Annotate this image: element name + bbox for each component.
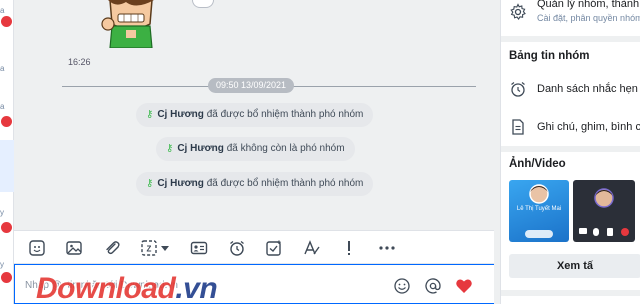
unread-badge [1,16,12,27]
message-input[interactable] [25,275,365,295]
notes-row[interactable]: Ghi chú, ghim, bình c [501,116,640,140]
media-title: Ảnh/Video [509,158,566,170]
media-thumbnail[interactable] [573,180,635,242]
gear-icon [509,3,527,21]
group-board-title: Bảng tin nhóm [509,50,590,62]
notice-user[interactable]: Cj Hương [157,109,204,120]
unread-badge [1,116,12,127]
sticker-icon[interactable] [28,239,46,257]
thumb-name: Lê Thị Tuyết Mai [516,206,562,212]
reminders-label: Danh sách nhắc hẹn [537,83,638,95]
conv-time: a [0,6,5,15]
manage-group-title: Quản lý nhóm, thành [537,0,640,10]
note-icon [509,118,527,136]
more-icon[interactable] [378,239,396,257]
conv-time: a [0,102,5,111]
screenshot-icon[interactable]: Z [140,239,158,257]
notes-label: Ghi chú, ghim, bình c [537,121,640,133]
unread-badge [1,272,12,283]
heart-icon[interactable] [455,277,473,295]
sticker-image [96,0,166,49]
system-notice: ⚷ Cj Hương đã được bổ nhiệm thành phó nhó… [136,172,374,196]
task-check-icon[interactable] [265,239,283,257]
conv-time: a [0,64,5,73]
emoji-icon[interactable] [393,277,411,295]
selected-conversation[interactable] [0,140,14,192]
chat-messages[interactable]: 16:26 09:50 13/09/2021 ⚷ Cj Hương đã được… [14,0,494,230]
text-format-icon[interactable] [303,239,321,257]
see-all-media-button[interactable]: Xem tấ [509,254,640,278]
composer-toolbar: Z [14,230,494,264]
notice-text: đã được bổ nhiệm thành phó nhóm [206,109,364,120]
reaction-button[interactable] [192,0,214,8]
notice-user[interactable]: Cj Hương [177,143,224,154]
mention-icon[interactable] [424,277,442,295]
conversation-list-edge: a a a y y [0,0,14,304]
clock-icon [509,80,527,98]
notice-user[interactable]: Cj Hương [157,178,204,189]
unread-badge [1,222,12,233]
reminder-clock-icon[interactable] [228,239,246,257]
group-info-panel: Quản lý nhóm, thành Cài đặt, phân quyền … [500,0,640,304]
svg-text:Z: Z [147,245,152,254]
key-icon: ⚷ [146,109,154,120]
conv-time: y [0,260,4,269]
section-divider [501,290,640,296]
key-icon: ⚷ [146,178,154,189]
message-time: 16:26 [68,57,91,67]
message-composer [14,264,494,304]
system-notice: ⚷ Cj Hương đã không còn là phó nhóm [156,137,355,161]
manage-group-row[interactable]: Quản lý nhóm, thành Cài đặt, phân quyền … [501,0,640,36]
image-icon[interactable] [65,239,83,257]
dropdown-caret-icon[interactable] [160,239,170,257]
date-separator: 09:50 13/09/2021 [208,78,295,93]
conv-time: y [0,208,4,217]
section-divider [501,146,640,152]
attach-icon[interactable] [103,239,121,257]
manage-group-subtitle: Cài đặt, phân quyền nhóm [537,13,640,23]
contact-card-icon[interactable] [190,239,208,257]
important-icon[interactable] [340,239,358,257]
media-thumbnail[interactable]: Lê Thị Tuyết Mai [509,180,569,242]
reminders-row[interactable]: Danh sách nhắc hẹn [501,78,640,102]
key-icon: ⚷ [166,143,174,154]
system-notice: ⚷ Cj Hương đã được bổ nhiệm thành phó nhó… [136,103,374,127]
notice-text: đã được bổ nhiệm thành phó nhóm [206,178,364,189]
section-divider [501,36,640,42]
notice-text: đã không còn là phó nhóm [226,143,345,154]
